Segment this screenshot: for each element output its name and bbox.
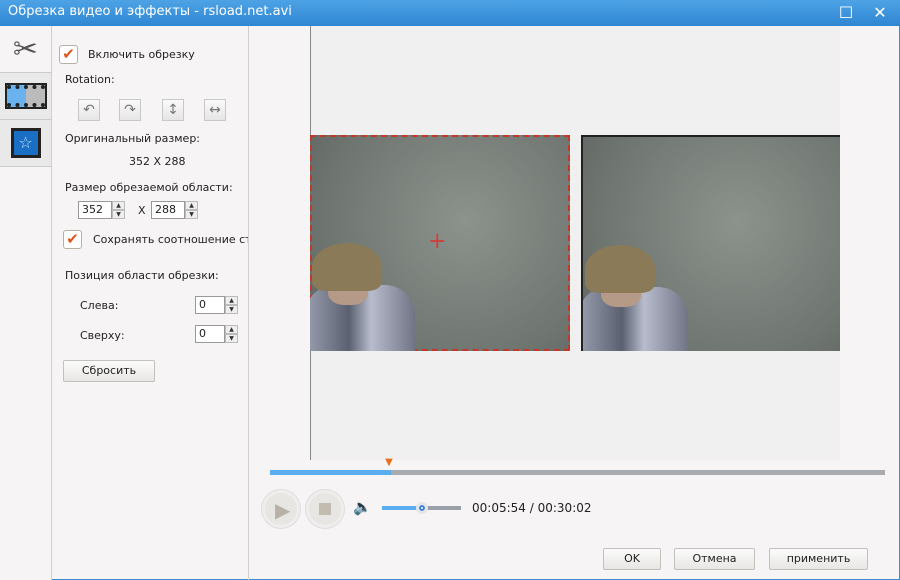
decrement-icon[interactable]: ▼ bbox=[112, 210, 125, 219]
top-stepper[interactable]: 0 ▲ ▼ bbox=[195, 325, 238, 343]
rotate-right-icon: ↷ bbox=[124, 102, 136, 118]
crop-position-label: Позиция области обрезки: bbox=[65, 269, 219, 282]
volume-slider[interactable] bbox=[382, 502, 461, 514]
tab-video[interactable] bbox=[0, 73, 51, 120]
crop-height-input[interactable]: 288 bbox=[151, 201, 185, 219]
rotation-label: Rotation: bbox=[65, 73, 115, 86]
ok-button[interactable]: OK bbox=[603, 548, 661, 570]
reset-button[interactable]: Сбросить bbox=[63, 360, 155, 382]
crop-width-input[interactable]: 352 bbox=[78, 201, 112, 219]
maximize-button[interactable]: ☐ bbox=[835, 3, 857, 23]
decrement-icon[interactable]: ▼ bbox=[185, 210, 198, 219]
increment-icon[interactable]: ▲ bbox=[112, 201, 125, 210]
timeline-slider[interactable] bbox=[270, 470, 885, 475]
flip-horizontal-icon: ↔ bbox=[209, 102, 221, 118]
size-separator: X bbox=[138, 204, 146, 217]
left-label: Слева: bbox=[80, 299, 119, 312]
volume-icon[interactable]: 🔈 bbox=[353, 498, 372, 516]
source-video-crop[interactable]: + bbox=[310, 135, 570, 351]
window-title: Обрезка видео и эффекты - rsload.net.avi bbox=[8, 4, 292, 19]
increment-icon[interactable]: ▲ bbox=[225, 296, 238, 305]
total-time: 00:30:02 bbox=[537, 501, 592, 515]
original-size-value: 352 X 288 bbox=[129, 155, 186, 168]
rotate-right-button[interactable]: ↷ bbox=[119, 99, 141, 121]
increment-icon[interactable]: ▲ bbox=[225, 325, 238, 334]
side-tabs: ✂ ☆ bbox=[0, 26, 52, 580]
flip-vertical-button[interactable]: ↕ bbox=[162, 99, 184, 121]
play-icon: ▶ bbox=[275, 498, 291, 522]
star-icon: ☆ bbox=[10, 128, 41, 158]
crop-settings-panel: ✔ Включить обрезку Rotation: ↶ ↷ ↕ ↔ Ори… bbox=[52, 26, 249, 580]
time-separator: / bbox=[529, 501, 534, 515]
crop-width-stepper[interactable]: 352 ▲ ▼ bbox=[78, 201, 125, 219]
close-button[interactable]: ✕ bbox=[869, 3, 891, 23]
tab-effects[interactable]: ☆ bbox=[0, 120, 51, 167]
output-video-preview bbox=[581, 135, 840, 351]
current-time: 00:05:54 bbox=[472, 501, 526, 515]
apply-button[interactable]: применить bbox=[769, 548, 868, 570]
left-input[interactable]: 0 bbox=[195, 296, 225, 314]
rotate-left-button[interactable]: ↶ bbox=[78, 99, 100, 121]
enable-crop-label: Включить обрезку bbox=[88, 48, 195, 61]
decrement-icon[interactable]: ▼ bbox=[225, 334, 238, 343]
time-display: 00:05:54 / 00:30:02 bbox=[472, 501, 592, 515]
left-stepper[interactable]: 0 ▲ ▼ bbox=[195, 296, 238, 314]
flip-horizontal-button[interactable]: ↔ bbox=[204, 99, 226, 121]
decrement-icon[interactable]: ▼ bbox=[225, 305, 238, 314]
crop-height-stepper[interactable]: 288 ▲ ▼ bbox=[151, 201, 198, 219]
top-input[interactable]: 0 bbox=[195, 325, 225, 343]
rotate-left-icon: ↶ bbox=[83, 102, 95, 118]
tab-crop[interactable]: ✂ bbox=[0, 26, 51, 73]
title-bar: Обрезка видео и эффекты - rsload.net.avi… bbox=[0, 0, 900, 26]
increment-icon[interactable]: ▲ bbox=[185, 201, 198, 210]
keep-ratio-checkbox[interactable]: ✔ bbox=[63, 230, 82, 249]
cancel-button[interactable]: Отмена bbox=[674, 548, 755, 570]
volume-knob[interactable] bbox=[415, 502, 428, 514]
timeline-marker-icon[interactable]: ▼ bbox=[385, 457, 393, 468]
film-icon bbox=[4, 83, 47, 109]
enable-crop-checkbox[interactable]: ✔ bbox=[59, 45, 78, 64]
timeline-progress bbox=[270, 470, 392, 475]
crop-size-label: Размер обрезаемой области: bbox=[65, 181, 233, 194]
stop-icon bbox=[319, 503, 331, 515]
play-button[interactable]: ▶ bbox=[262, 490, 300, 528]
crosshair-icon[interactable]: + bbox=[428, 229, 446, 254]
scissors-icon: ✂ bbox=[12, 31, 39, 67]
flip-vertical-icon: ↕ bbox=[167, 102, 179, 118]
top-label: Сверху: bbox=[80, 329, 125, 342]
keep-ratio-label: Сохранять соотношение сторон bbox=[93, 233, 248, 246]
stop-button[interactable] bbox=[306, 490, 344, 528]
original-size-label: Оригинальный размер: bbox=[65, 132, 201, 145]
